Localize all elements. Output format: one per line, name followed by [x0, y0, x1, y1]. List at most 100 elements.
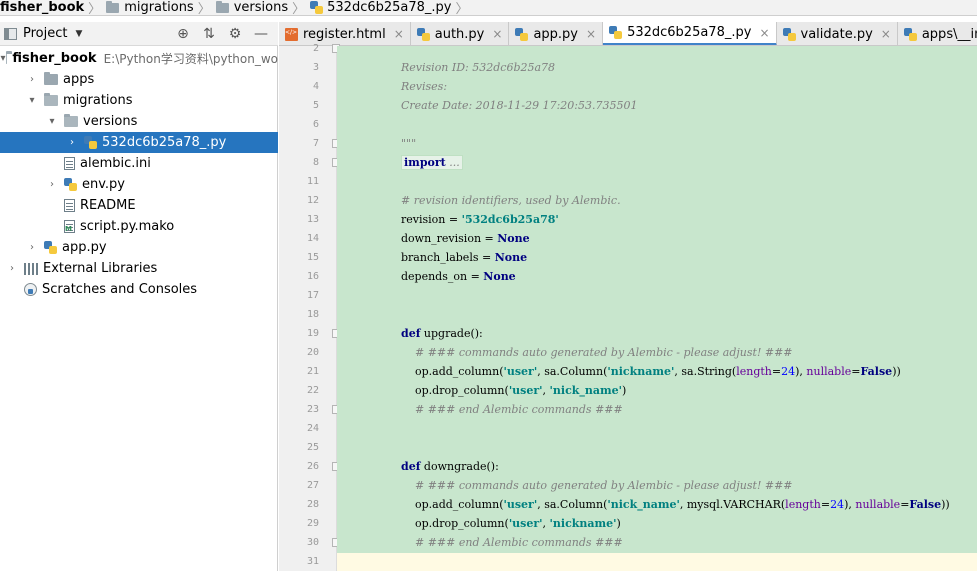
gutter-line: 18	[279, 305, 336, 324]
gutter-line: 30	[279, 533, 340, 552]
tree-item[interactable]: › External Libraries	[0, 258, 278, 279]
code-line[interactable]	[337, 419, 977, 438]
code-text: branch_labels = None	[401, 251, 528, 264]
tree-item[interactable]: ▾ versions	[0, 111, 278, 132]
code-line[interactable]: op.drop_column('user', 'nickname')	[337, 514, 977, 533]
code-line[interactable]: # ### end Alembic commands ###	[337, 533, 977, 552]
tree-item[interactable]: › apps	[0, 69, 278, 90]
breadcrumb-separator: 〉	[292, 2, 306, 16]
code-text: Revises:	[401, 80, 448, 93]
gutter-line: 27	[279, 476, 336, 495]
code-line[interactable]: """	[337, 134, 977, 153]
code-line[interactable]: op.drop_column('user', 'nick_name')	[337, 381, 977, 400]
expand-arrow-icon[interactable]: ›	[46, 179, 58, 190]
breadcrumb-label: 532dc6b25a78_.py	[327, 0, 452, 15]
breadcrumb-item-file[interactable]: 532dc6b25a78_.py	[310, 0, 452, 15]
line-number: 26	[306, 461, 319, 472]
gear-icon[interactable]: ⚙	[222, 24, 248, 44]
expand-arrow-icon[interactable]: ▾	[26, 95, 38, 106]
code-line[interactable]: # ### commands auto generated by Alembic…	[337, 476, 977, 495]
folder-open-icon	[44, 93, 58, 106]
code-line[interactable]: revision = '532dc6b25a78'	[337, 210, 977, 229]
line-number: 11	[306, 176, 319, 187]
tree-item[interactable]: › 532dc6b25a78_.py	[0, 132, 278, 153]
expand-arrow-icon[interactable]: ›	[26, 242, 38, 253]
gutter-line: 15	[279, 248, 336, 267]
locate-file-button[interactable]: ⊕	[170, 24, 196, 44]
hide-panel-button[interactable]: —	[248, 24, 274, 44]
code-line[interactable]: # ### commands auto generated by Alembic…	[337, 343, 977, 362]
code-text: def upgrade():	[401, 327, 483, 340]
code-line[interactable]: def upgrade():	[337, 324, 977, 343]
project-view-selector[interactable]: Project	[23, 26, 67, 41]
tree-item[interactable]: ▾ migrations	[0, 90, 278, 111]
code-line[interactable]: Revision ID: 532dc6b25a78	[337, 58, 977, 77]
tree-item[interactable]: alembic.ini	[0, 153, 278, 174]
expand-arrow-icon[interactable]: ›	[26, 74, 38, 85]
line-number: 22	[306, 385, 319, 396]
code-line[interactable]: Revises:	[337, 77, 977, 96]
python-file-icon	[64, 178, 77, 191]
tree-item[interactable]: README	[0, 195, 278, 216]
code-text: op.drop_column('user', 'nickname')	[401, 517, 621, 530]
line-number-gutter: 2 3 4 5 6 7 8 11 12 13 14 15 16 17 18 19 20 21 22 23 24 25 26 2…	[279, 43, 340, 571]
line-number: 29	[306, 518, 319, 529]
code-area[interactable]: Revision ID: 532dc6b25a78 Revises: Create …	[337, 46, 977, 571]
code-line[interactable]	[337, 305, 977, 324]
tree-item-label: script.py.mako	[80, 219, 175, 234]
breadcrumb-label: migrations	[124, 0, 194, 15]
code-line[interactable]: down_revision = None	[337, 229, 977, 248]
tab-label: 532dc6b25a78_.py	[627, 25, 752, 40]
folder-icon	[44, 72, 58, 85]
code-line[interactable]	[337, 552, 977, 571]
code-line[interactable]: op.add_column('user', sa.Column('nick_na…	[337, 495, 977, 514]
close-icon[interactable]: ×	[759, 26, 769, 40]
code-text: Revision ID: 532dc6b25a78	[401, 61, 556, 74]
folder-open-icon	[64, 114, 78, 127]
tree-item[interactable]: › env.py	[0, 174, 278, 195]
code-line[interactable]: depends_on = None	[337, 267, 977, 286]
tree-item[interactable]: Scratches and Consoles	[0, 279, 278, 300]
code-line[interactable]: # ### end Alembic commands ###	[337, 400, 977, 419]
tree-item-label: fisher_book	[12, 51, 97, 66]
tree-item[interactable]: ▾ fisher_book E:\Python学习资料\python_wo	[0, 48, 278, 69]
code-line[interactable]: def downgrade():	[337, 457, 977, 476]
tree-item-label: migrations	[63, 93, 133, 108]
breadcrumb-item-versions[interactable]: versions	[215, 0, 288, 15]
collapse-all-button[interactable]: ⇅	[196, 24, 222, 44]
code-line[interactable]: op.add_column('user', sa.Column('nicknam…	[337, 362, 977, 381]
chevron-down-icon[interactable]: ▼	[75, 29, 82, 39]
gutter-line: 26	[279, 457, 340, 476]
gutter-line: 16	[279, 267, 336, 286]
code-line[interactable]	[337, 286, 977, 305]
expand-arrow-icon[interactable]: ▾	[46, 116, 58, 127]
code-line[interactable]: branch_labels = None	[337, 248, 977, 267]
expand-arrow-icon[interactable]: ›	[6, 263, 18, 274]
line-number: 16	[306, 271, 319, 282]
code-line[interactable]	[337, 115, 977, 134]
tree-item[interactable]: script.py.mako	[0, 216, 278, 237]
code-text: # ### commands auto generated by Alembic…	[401, 479, 793, 492]
code-line[interactable]	[337, 172, 977, 191]
code-text: import ...	[401, 153, 463, 172]
code-line[interactable]: import ...	[337, 153, 977, 172]
library-icon	[24, 262, 38, 275]
line-number: 28	[306, 499, 319, 510]
breadcrumb-item-migrations[interactable]: migrations	[106, 0, 194, 15]
code-line[interactable]: Create Date: 2018-11-29 17:20:53.735501	[337, 96, 977, 115]
text-file-icon	[64, 199, 75, 212]
line-number: 8	[312, 157, 319, 168]
code-line[interactable]	[337, 438, 977, 457]
code-line[interactable]: # revision identifiers, used by Alembic.	[337, 191, 977, 210]
expand-arrow-icon[interactable]: ›	[66, 137, 78, 148]
code-editor[interactable]: 2 3 4 5 6 7 8 11 12 13 14 15 16 17 18 19 20 21 22 23 24 25 26 2…	[279, 43, 977, 571]
expand-arrow-icon[interactable]: ▾	[1, 53, 6, 64]
breadcrumb-item-project[interactable]: fisher_book	[0, 0, 84, 15]
project-panel-header: Project ▼ ⊕ ⇅ ⚙ —	[0, 22, 278, 46]
gutter-line: 29	[279, 514, 336, 533]
code-line[interactable]	[337, 39, 977, 58]
tree-item-label: Scratches and Consoles	[42, 282, 198, 297]
gutter-line: 20	[279, 343, 336, 362]
python-file-icon	[84, 136, 97, 149]
tree-item[interactable]: › app.py	[0, 237, 278, 258]
